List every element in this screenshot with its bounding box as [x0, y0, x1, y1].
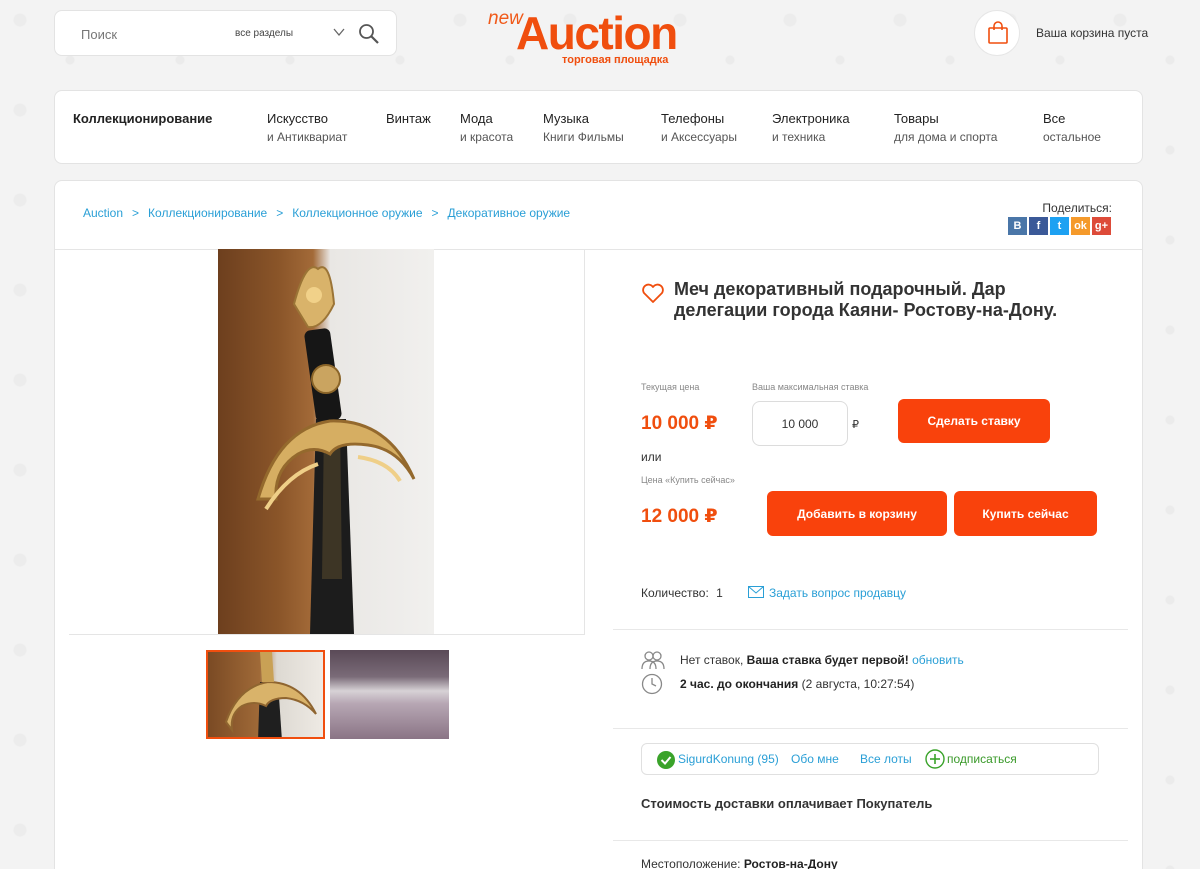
category-other[interactable]: Все остальное: [1043, 111, 1101, 144]
category-fashion[interactable]: Мода и красота: [460, 111, 513, 144]
shopping-bag-icon: [988, 21, 1008, 44]
site-logo[interactable]: new Auction торговая площадка: [488, 4, 718, 70]
share-label: Поделиться:: [1042, 201, 1112, 215]
location: Местоположение: Ростов-на-Дону: [641, 857, 838, 869]
ask-seller-link[interactable]: Задать вопрос продавцу: [748, 586, 906, 600]
buy-now-price: 12 000 ₽: [641, 506, 718, 527]
buy-now-button[interactable]: Купить сейчас: [954, 491, 1097, 536]
breadcrumb: Auction > Коллекционирование > Коллекционное…: [83, 206, 571, 220]
odnoklassniki-icon[interactable]: ok: [1071, 217, 1090, 235]
heart-icon[interactable]: [641, 282, 665, 304]
subscribe-link[interactable]: подписаться: [947, 752, 1017, 766]
category-electronics[interactable]: Электроника и техника: [772, 111, 850, 144]
googleplus-icon[interactable]: g+: [1092, 217, 1111, 235]
divider: [613, 840, 1128, 841]
current-price-label: Текущая цена: [641, 382, 700, 392]
thumbnail-1[interactable]: [206, 650, 325, 739]
category-vintage[interactable]: Винтаж: [386, 111, 431, 126]
image-viewer: [69, 249, 585, 635]
facebook-icon[interactable]: f: [1029, 217, 1048, 235]
users-icon: [641, 651, 665, 670]
breadcrumb-collectible-weapons[interactable]: Коллекционное оружие: [292, 206, 422, 220]
add-to-cart-button[interactable]: Добавить в корзину: [767, 491, 947, 536]
product-title: Меч декоративный подарочный. Дар делегац…: [674, 279, 1058, 320]
thumbnail-2[interactable]: [330, 650, 449, 739]
vk-icon[interactable]: В: [1008, 217, 1027, 235]
place-bid-button[interactable]: Сделать ставку: [898, 399, 1050, 443]
verified-check-icon: [657, 751, 675, 769]
seller-name-link[interactable]: SigurdKonung (95): [678, 752, 779, 766]
category-phones[interactable]: Телефоны и Аксессуары: [661, 111, 737, 144]
or-label: или: [641, 450, 662, 464]
bid-status: Нет ставок, Ваша ставка будет первой! об…: [680, 653, 964, 667]
breadcrumb-decorative-weapons[interactable]: Декоративное оружие: [448, 206, 571, 220]
search-bar: все разделы: [54, 10, 397, 56]
max-bid-input[interactable]: [752, 401, 848, 446]
sword-image: [256, 266, 416, 634]
about-seller-link[interactable]: Обо мне: [791, 752, 839, 766]
divider: [613, 629, 1128, 630]
all-lots-link[interactable]: Все лоты: [860, 752, 912, 766]
share-buttons: В f t ok g+: [1008, 217, 1111, 235]
product-panel: Auction > Коллекционирование > Коллекционное…: [54, 180, 1143, 869]
category-collecting[interactable]: Коллекционирование: [73, 111, 212, 126]
delivery-info: Стоимость доставки оплачивает Покупатель: [641, 796, 933, 811]
cart-status[interactable]: Ваша корзина пуста: [1036, 26, 1148, 40]
current-price: 10 000 ₽: [641, 413, 718, 434]
section-select[interactable]: все разделы: [235, 28, 293, 39]
time-remaining: 2 час. до окончания (2 августа, 10:27:54…: [680, 677, 915, 691]
category-art[interactable]: Искусство и Антиквариат: [267, 111, 347, 144]
cart-button[interactable]: [974, 10, 1020, 56]
max-bid-label: Ваша максимальная ставка: [752, 382, 869, 392]
seller-info: SigurdKonung (95) Обо мне Все лоты подпи…: [641, 743, 1099, 775]
breadcrumb-collecting[interactable]: Коллекционирование: [148, 206, 267, 220]
refresh-link[interactable]: обновить: [912, 653, 964, 667]
twitter-icon[interactable]: t: [1050, 217, 1069, 235]
search-input[interactable]: [81, 25, 221, 43]
category-nav: Коллекционирование Искусство и Антиквариа…: [54, 90, 1143, 164]
product-photo[interactable]: [218, 249, 434, 634]
category-music[interactable]: Музыка Книги Фильмы: [543, 111, 624, 144]
category-home-sport[interactable]: Товары для дома и спорта: [894, 111, 997, 144]
plus-icon[interactable]: [925, 749, 945, 769]
buy-now-price-label: Цена «Купить сейчас»: [641, 475, 735, 485]
divider: [613, 728, 1128, 729]
bid-currency: ₽: [852, 419, 859, 431]
clock-icon: [641, 673, 663, 695]
search-icon[interactable]: [357, 22, 381, 46]
quantity: Количество: 1: [641, 586, 723, 600]
envelope-icon: [748, 586, 764, 598]
chevron-down-icon[interactable]: [332, 25, 346, 39]
breadcrumb-home[interactable]: Auction: [83, 206, 123, 220]
